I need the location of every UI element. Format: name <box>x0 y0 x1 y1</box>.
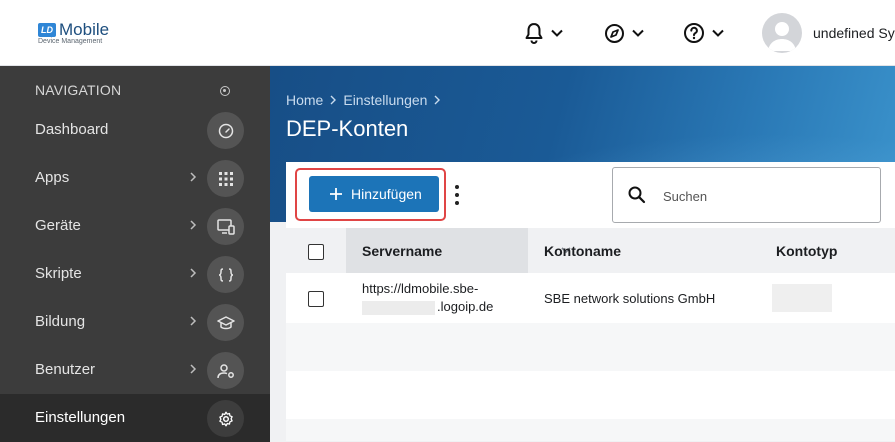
select-all-checkbox[interactable] <box>308 244 324 260</box>
chevron-down-icon <box>551 29 563 37</box>
sidebar-item-benutzer[interactable]: Benutzer <box>0 346 270 394</box>
chevron-right-icon <box>190 316 197 326</box>
logo-badge: LD <box>38 23 56 37</box>
kontoname-cell: SBE network solutions GmbH <box>544 291 716 306</box>
page-title: DEP-Konten <box>286 116 409 141</box>
pin-sidebar-icon[interactable] <box>220 86 230 96</box>
add-button[interactable]: Hinzufügen <box>309 176 439 212</box>
sidebar-item-label: Benutzer <box>35 361 96 378</box>
help-menu[interactable] <box>683 20 725 46</box>
chevron-down-icon <box>712 29 724 37</box>
sidebar-item-label: Geräte <box>35 217 81 234</box>
kontotyp-cell-redacted <box>772 284 832 312</box>
grid-icon <box>207 160 244 197</box>
breadcrumb-home[interactable]: Home <box>286 92 323 108</box>
logo-title: Mobile <box>59 20 110 39</box>
sidebar-item-einstellungen[interactable]: Einstellungen <box>0 394 270 442</box>
sidebar: NAVIGATION Dashboard Apps Geräte Skripte… <box>0 66 270 442</box>
user-gear-icon <box>207 352 244 389</box>
bell-icon <box>525 23 543 44</box>
breadcrumb-einstellungen[interactable]: Einstellungen <box>343 92 427 108</box>
sidebar-item-label: Einstellungen <box>35 409 126 426</box>
column-kontotyp[interactable]: Kontotyp <box>776 243 837 259</box>
logo-subtitle: Device Management <box>38 38 103 45</box>
chevron-right-icon <box>190 220 197 230</box>
plus-icon <box>330 188 342 200</box>
top-bar: LD Mobile Device Management undefined Sy… <box>0 0 895 66</box>
avatar[interactable] <box>762 13 802 53</box>
help-icon <box>684 23 704 43</box>
search-box[interactable] <box>612 167 881 223</box>
user-silhouette-icon <box>768 22 796 51</box>
table-header: Servername Kontoname Kontotyp <box>286 228 895 273</box>
search-icon <box>628 186 646 204</box>
devices-icon <box>207 208 244 245</box>
graduation-cap-icon <box>207 304 244 341</box>
empty-row <box>286 323 895 371</box>
more-options-icon[interactable] <box>454 185 460 205</box>
gear-icon <box>207 400 244 437</box>
nav-heading: NAVIGATION <box>35 82 122 98</box>
empty-row <box>286 371 895 419</box>
column-header-label: Servername <box>362 243 443 259</box>
sidebar-item-label: Apps <box>35 169 70 186</box>
servername-domain: .logoip.de <box>437 299 494 314</box>
add-button-label: Hinzufügen <box>351 186 422 202</box>
compass-icon <box>605 23 624 43</box>
sidebar-item-label: Dashboard <box>35 121 109 138</box>
braces-icon <box>207 256 244 293</box>
chevron-right-icon <box>190 172 197 182</box>
chevron-right-icon <box>330 95 337 105</box>
user-name[interactable]: undefined Sys <box>813 25 895 41</box>
servername-cell: https://ldmobile.sbe- <box>362 281 479 296</box>
column-kontoname[interactable]: Kontoname <box>544 243 621 259</box>
search-input[interactable] <box>663 186 863 206</box>
servername-cell-line2: .logoip.de <box>362 299 493 315</box>
speedometer-icon <box>207 112 244 149</box>
explore-menu[interactable] <box>604 20 645 46</box>
breadcrumb: Home Einstellungen <box>286 92 441 108</box>
sidebar-item-apps[interactable]: Apps <box>0 154 270 202</box>
chevron-right-icon <box>190 268 197 278</box>
content-card: Hinzufügen Servername Kontoname Kontotyp… <box>286 162 895 441</box>
main-content: Home Einstellungen DEP-Konten Hinzufügen… <box>270 66 895 441</box>
sidebar-item-skripte[interactable]: Skripte <box>0 250 270 298</box>
sidebar-item-bildung[interactable]: Bildung <box>0 298 270 346</box>
redacted-text <box>362 300 435 315</box>
sidebar-item-label: Bildung <box>35 313 86 330</box>
row-checkbox[interactable] <box>308 291 324 307</box>
sidebar-item-dashboard[interactable]: Dashboard <box>0 106 270 154</box>
chevron-right-icon <box>190 364 197 374</box>
empty-row <box>286 419 895 441</box>
sidebar-item-label: Skripte <box>35 265 82 282</box>
sidebar-item-geraete[interactable]: Geräte <box>0 202 270 250</box>
chevron-right-icon <box>434 95 441 105</box>
chevron-down-icon <box>632 29 644 37</box>
notifications-menu[interactable] <box>524 20 564 46</box>
table-row[interactable]: https://ldmobile.sbe- .logoip.de SBE net… <box>286 273 895 323</box>
column-servername[interactable]: Servername <box>346 228 571 273</box>
